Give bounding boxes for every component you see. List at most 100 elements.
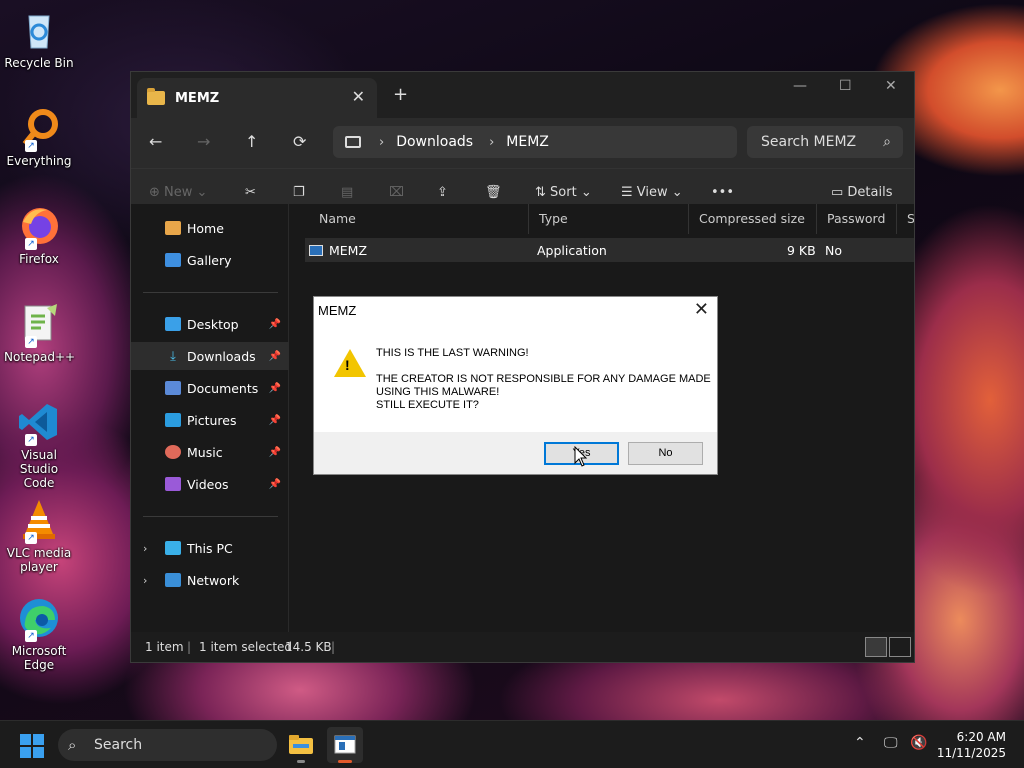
home-icon bbox=[165, 221, 181, 235]
desktop-icon-label: Everything bbox=[6, 154, 72, 168]
shortcut-arrow-icon: ↗ bbox=[25, 532, 37, 544]
more-options-button[interactable]: ••• bbox=[711, 185, 734, 200]
share-icon[interactable]: ⇪ bbox=[437, 185, 448, 200]
column-header-type[interactable]: Type bbox=[529, 204, 689, 234]
sidebar-item-pictures[interactable]: Pictures 📌 bbox=[131, 406, 289, 434]
tiles-view-button[interactable] bbox=[889, 637, 911, 657]
mouse-cursor-icon bbox=[574, 446, 588, 467]
desktop-icon-recycle-bin[interactable]: Recycle Bin bbox=[4, 8, 74, 70]
status-item-count: 1 item bbox=[145, 640, 184, 654]
status-size: 14.5 KB bbox=[285, 640, 332, 654]
column-header-name[interactable]: Name bbox=[309, 204, 529, 234]
column-header-password[interactable]: Password ... bbox=[817, 204, 897, 256]
tab-memz[interactable]: MEMZ ✕ bbox=[137, 78, 377, 118]
clock[interactable]: 6:20 AM 11/11/2025 bbox=[937, 729, 1006, 761]
sidebar-item-label: Pictures bbox=[187, 412, 237, 428]
close-window-button[interactable]: ✕ bbox=[885, 78, 897, 94]
taskbar-search-placeholder: Search bbox=[94, 737, 143, 753]
sidebar-item-network[interactable]: › Network bbox=[131, 566, 289, 594]
cut-icon[interactable]: ✂ bbox=[245, 185, 256, 200]
sidebar-item-home[interactable]: Home bbox=[131, 214, 289, 242]
desktop-icon-firefox[interactable]: ↗ Firefox bbox=[4, 204, 74, 266]
windows-logo-tile bbox=[33, 734, 44, 745]
sidebar-item-this-pc[interactable]: › This PC bbox=[131, 534, 289, 562]
column-header-compressed-size[interactable]: Compressed size bbox=[689, 204, 817, 234]
close-tab-icon[interactable]: ✕ bbox=[352, 87, 365, 106]
refresh-button[interactable]: ⟳ bbox=[293, 132, 306, 151]
rename-icon[interactable]: ⌧ bbox=[389, 185, 404, 200]
breadcrumb-downloads[interactable]: Downloads bbox=[396, 134, 473, 150]
application-window-icon bbox=[334, 735, 356, 754]
file-password: No bbox=[825, 243, 842, 258]
delete-icon[interactable]: 🗑 bbox=[485, 185, 502, 200]
table-row[interactable]: MEMZ Application 9 KB No bbox=[305, 238, 914, 262]
downloads-folder-icon: ⤓ bbox=[170, 349, 176, 364]
sort-label: Sort bbox=[550, 185, 577, 200]
pin-icon: 📌 bbox=[268, 350, 281, 362]
address-bar[interactable]: › Downloads › MEMZ bbox=[333, 126, 737, 158]
computer-icon bbox=[345, 136, 361, 148]
vscode-icon: ↗ bbox=[17, 400, 61, 446]
chevron-right-icon[interactable]: › bbox=[143, 542, 147, 555]
file-compressed-size: 9 KB bbox=[787, 243, 816, 258]
no-button[interactable]: No bbox=[628, 442, 703, 465]
new-tab-button[interactable]: + bbox=[393, 84, 408, 105]
edge-icon: ↗ bbox=[17, 596, 61, 642]
shortcut-arrow-icon: ↗ bbox=[25, 238, 37, 250]
windows-logo-tile bbox=[20, 734, 31, 745]
network-status-icon[interactable]: 🖵 bbox=[884, 735, 898, 751]
vlc-icon: ↗ bbox=[17, 498, 61, 544]
sidebar-item-label: This PC bbox=[187, 540, 233, 556]
copy-icon[interactable]: ❐ bbox=[293, 185, 305, 200]
clock-date: 11/11/2025 bbox=[936, 746, 1006, 760]
sidebar-item-videos[interactable]: Videos 📌 bbox=[131, 470, 289, 498]
maximize-button[interactable]: ☐ bbox=[839, 78, 852, 94]
show-hidden-icons-button[interactable]: ⌃ bbox=[854, 735, 866, 751]
details-view-button[interactable] bbox=[865, 637, 887, 657]
sidebar-item-gallery[interactable]: Gallery bbox=[131, 246, 289, 274]
column-header-size[interactable]: Si bbox=[897, 204, 914, 234]
desktop-icon-edge[interactable]: ↗ Microsoft Edge bbox=[4, 596, 74, 672]
gallery-icon bbox=[165, 253, 181, 267]
paste-icon[interactable]: ▤ bbox=[341, 185, 353, 200]
view-button[interactable]: ☰ View ⌄ bbox=[621, 185, 683, 200]
sidebar-item-desktop[interactable]: Desktop 📌 bbox=[131, 310, 289, 338]
volume-muted-icon[interactable]: 🔇 bbox=[910, 735, 927, 751]
status-separator: | bbox=[331, 640, 336, 654]
warning-icon-mark: ! bbox=[345, 357, 350, 373]
status-selected: 1 item selected bbox=[199, 640, 293, 654]
windows-logo-tile bbox=[33, 747, 44, 758]
desktop-icon-label: Notepad++ bbox=[4, 350, 76, 364]
minimize-button[interactable]: — bbox=[793, 78, 807, 94]
details-button[interactable]: ▭ Details bbox=[831, 185, 893, 200]
taskbar-search-box[interactable]: ⌕ Search bbox=[58, 729, 277, 761]
forward-button[interactable]: → bbox=[197, 132, 210, 151]
sort-button[interactable]: ⇅ Sort ⌄ bbox=[535, 185, 592, 200]
up-button[interactable]: ↑ bbox=[245, 132, 258, 151]
divider bbox=[143, 292, 278, 293]
new-button[interactable]: ⊕ New ⌄ bbox=[149, 185, 207, 200]
taskbar-file-explorer[interactable] bbox=[283, 727, 319, 763]
pin-icon: 📌 bbox=[268, 382, 281, 394]
sidebar-item-downloads[interactable]: ⤓ Downloads 📌 bbox=[131, 342, 289, 370]
search-icon: ⌕ bbox=[883, 134, 891, 150]
shortcut-arrow-icon: ↗ bbox=[25, 140, 37, 152]
taskbar-memz-app[interactable] bbox=[327, 727, 363, 763]
desktop-icon-vlc[interactable]: ↗ VLC media player bbox=[4, 498, 74, 574]
start-button[interactable] bbox=[20, 734, 44, 758]
sidebar-item-music[interactable]: Music 📌 bbox=[131, 438, 289, 466]
desktop-icon-everything[interactable]: ↗ Everything bbox=[4, 106, 74, 168]
search-input[interactable]: Search MEMZ ⌕ bbox=[747, 126, 903, 158]
desktop-icon-label: Visual Studio Code bbox=[19, 448, 59, 490]
close-dialog-button[interactable]: ✕ bbox=[694, 299, 709, 320]
sidebar-item-label: Music bbox=[187, 444, 223, 460]
desktop-icon-notepad-plus-plus[interactable]: ↗ Notepad++ bbox=[4, 302, 76, 364]
back-button[interactable]: ← bbox=[149, 132, 162, 151]
chevron-right-icon[interactable]: › bbox=[143, 574, 147, 587]
sidebar-item-documents[interactable]: Documents 📌 bbox=[131, 374, 289, 402]
windows-logo-tile bbox=[20, 747, 31, 758]
pin-icon: 📌 bbox=[268, 318, 281, 330]
breadcrumb-memz[interactable]: MEMZ bbox=[506, 134, 549, 150]
desktop-icon-vscode[interactable]: ↗ Visual Studio Code bbox=[4, 400, 74, 490]
desktop-folder-icon bbox=[165, 317, 181, 331]
